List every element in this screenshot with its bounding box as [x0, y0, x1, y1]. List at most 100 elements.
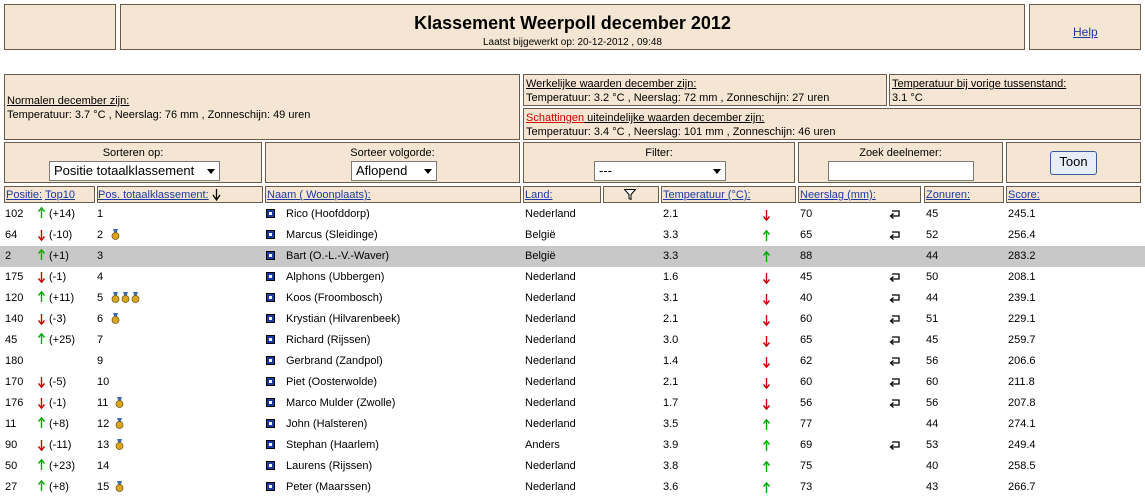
chevron-down-icon: [713, 169, 721, 174]
arrow-up-icon: [37, 332, 46, 347]
estimates-red-label: Schattingen: [526, 112, 585, 124]
cell-score: 245.1: [1008, 208, 1036, 220]
cell-temperature: 3.5: [663, 418, 679, 430]
cell-name[interactable]: Alphons (Ubbergen): [286, 271, 384, 283]
medal-icon: [111, 312, 121, 324]
cell-precipitation: 77: [800, 418, 813, 430]
cell-sun-hours: 44: [926, 250, 939, 262]
cell-country: Nederland: [525, 397, 576, 409]
cell-position: 45: [5, 334, 18, 346]
cell-total-position: 6: [97, 313, 104, 325]
search-input[interactable]: [828, 161, 974, 181]
arrow-down-icon: [37, 377, 46, 391]
sort-land-link[interactable]: Land:: [525, 189, 553, 201]
cell-score: 274.1: [1008, 418, 1036, 430]
header-cell-neerslag: Neerslag (mm):: [798, 186, 921, 203]
sort-score-link[interactable]: Score:: [1008, 189, 1040, 201]
arrow-down-icon: [762, 399, 771, 413]
medal-icon: [115, 480, 125, 492]
sort-naam-link[interactable]: Naam ( Woonplaats):: [267, 189, 371, 201]
table-row: 11 (+8) 12 John (Halsteren) Nederland 3.5 77 44…: [0, 414, 1145, 435]
cell-score: 259.7: [1008, 334, 1036, 346]
flag-icon: [266, 398, 275, 407]
cell-name[interactable]: Rico (Hoofddorp): [286, 208, 370, 220]
sort-select[interactable]: Positie totaalklassement: [49, 161, 220, 181]
arrow-up-icon: [762, 418, 771, 433]
actual-value: Temperatuur: 3.2 °C , Neerslag: 72 mm , …: [526, 92, 830, 104]
return-icon: [889, 230, 901, 244]
cell-precipitation: 60: [800, 313, 813, 325]
left-spacer-box: [4, 4, 116, 50]
medal-icon: [111, 291, 141, 303]
cell-change: (-5): [49, 376, 67, 388]
cell-name[interactable]: Krystian (Hilvarenbeek): [286, 313, 400, 325]
table-row: 27 (+8) 15 Peter (Maarssen) Nederland 3.6 73 43…: [0, 477, 1145, 498]
cell-change: (+8): [49, 481, 69, 493]
table-row: 180 9 Gerbrand (Zandpol) Nederland 1.4 62 56 20…: [0, 351, 1145, 372]
cell-name[interactable]: Stephan (Haarlem): [286, 439, 379, 451]
arrow-down-icon: [37, 398, 46, 412]
sort-top10-link[interactable]: Top10: [45, 189, 75, 201]
return-icon: [889, 398, 901, 412]
cell-country: Nederland: [525, 418, 576, 430]
sort-pos-total-link[interactable]: Pos. totaalklassement:: [98, 189, 209, 201]
cell-total-position: 13: [97, 439, 110, 451]
cell-name[interactable]: Marcus (Sleidinge): [286, 229, 378, 241]
cell-name[interactable]: Marco Mulder (Zwolle): [286, 397, 395, 409]
header-cell-filter: [603, 186, 659, 203]
flag-icon: [266, 251, 275, 260]
flag-icon: [266, 335, 275, 344]
sort-zon-link[interactable]: Zonuren:: [926, 189, 970, 201]
cell-name[interactable]: Piet (Oosterwolde): [286, 376, 377, 388]
cell-name[interactable]: Laurens (Rijssen): [286, 460, 372, 472]
cell-name[interactable]: Peter (Maarssen): [286, 481, 371, 493]
sort-temp-link[interactable]: Temperatuur (°C):: [663, 189, 751, 201]
arrow-down-icon: [762, 210, 771, 224]
cell-position: 170: [5, 376, 24, 388]
cell-sun-hours: 60: [926, 376, 939, 388]
title-box: Klassement Weerpoll december 2012 Laatst…: [120, 4, 1025, 50]
cell-country: Nederland: [525, 334, 576, 346]
cell-precipitation: 65: [800, 334, 813, 346]
cell-name[interactable]: Richard (Rijssen): [286, 334, 370, 346]
arrow-up-icon: [37, 248, 46, 263]
cell-total-position: 7: [97, 334, 104, 346]
cell-temperature: 3.0: [663, 334, 679, 346]
cell-country: Nederland: [525, 355, 576, 367]
estimates-label: uiteindelijke waarden december zijn:: [584, 112, 765, 124]
cell-total-position: 4: [97, 271, 104, 283]
cell-name[interactable]: Koos (Froombosch): [286, 292, 383, 304]
order-select[interactable]: Aflopend: [351, 161, 437, 181]
return-icon: [889, 356, 901, 370]
arrow-up-icon: [762, 229, 771, 244]
arrow-down-icon: [762, 378, 771, 392]
cell-name[interactable]: Gerbrand (Zandpol): [286, 355, 383, 367]
cell-score: 207.8: [1008, 397, 1036, 409]
toon-button[interactable]: Toon: [1050, 151, 1097, 175]
help-link[interactable]: Help: [1073, 25, 1098, 39]
cell-position: 120: [5, 292, 24, 304]
chevron-down-icon: [207, 169, 215, 174]
sort-neerslag-link[interactable]: Neerslag (mm):: [800, 189, 876, 201]
cell-total-position: 9: [97, 355, 104, 367]
flag-icon: [266, 419, 275, 428]
header-cell-score: Score:: [1006, 186, 1141, 203]
cell-name[interactable]: Bart (O.-L.-V.-Waver): [286, 250, 389, 262]
estimates-value: Temperatuur: 3.4 °C , Neerslag: 101 mm ,…: [526, 126, 836, 138]
sort-positie-link[interactable]: Positie:: [6, 189, 42, 201]
cell-name[interactable]: John (Halsteren): [286, 418, 367, 430]
cell-precipitation: 73: [800, 481, 813, 493]
arrow-up-icon: [762, 481, 771, 496]
cell-country: Nederland: [525, 481, 576, 493]
filter-icon[interactable]: [624, 189, 636, 200]
normals-panel: Normalen december zijn: Temperatuur: 3.7…: [4, 74, 520, 140]
flag-icon: [266, 461, 275, 470]
button-panel: Toon: [1006, 142, 1141, 183]
arrow-down-icon: [762, 294, 771, 308]
arrow-up-icon: [37, 206, 46, 221]
cell-change: (+8): [49, 418, 69, 430]
table-row: 176 (-1) 11 Marco Mulder (Zwolle) Nederland 1…: [0, 393, 1145, 414]
estimates-panel: Schattingen uiteindelijke waarden decemb…: [523, 108, 1141, 140]
filter-select[interactable]: ---: [594, 161, 726, 181]
cell-total-position: 1: [97, 208, 104, 220]
